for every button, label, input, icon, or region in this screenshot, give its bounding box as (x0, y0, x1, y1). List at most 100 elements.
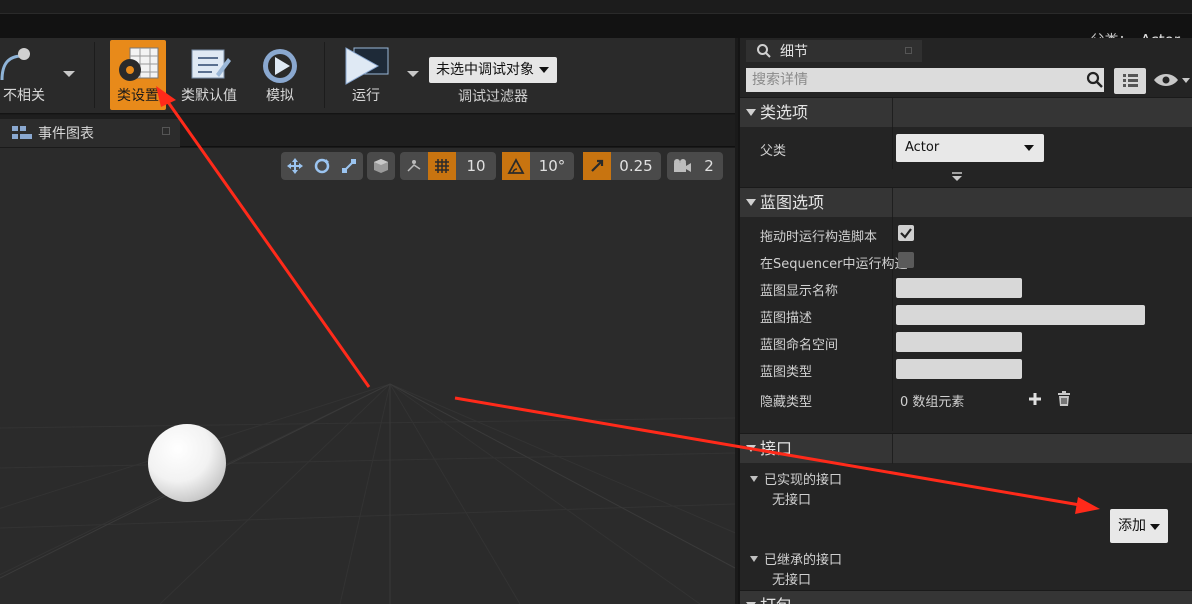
run-construction-in-sequencer-checkbox[interactable] (898, 252, 914, 268)
scale-icon[interactable] (335, 152, 363, 180)
add-interface-button[interactable]: 添加 (1110, 509, 1168, 543)
details-search-input[interactable]: 搜索详情 (746, 68, 1104, 92)
tab-details[interactable]: 细节 (746, 40, 922, 62)
world-local-toggle[interactable] (367, 152, 395, 180)
toolbar-separator (94, 42, 95, 108)
collapse-arrow-icon (750, 476, 758, 482)
namespace-label: 蓝图命名空间 (760, 338, 839, 353)
debug-branch-icon (0, 48, 30, 81)
cube-icon (367, 152, 395, 180)
rotation-snap-value[interactable]: 10° (530, 152, 574, 180)
rotation-snap-icon[interactable] (502, 152, 530, 180)
toolbar-separator (324, 42, 325, 108)
grid-snap-icon[interactable] (428, 152, 456, 180)
rotate-icon[interactable] (308, 152, 335, 180)
class-defaults-icon (191, 49, 231, 79)
grid-snap-tools: 10 (400, 152, 496, 180)
viewport[interactable]: 10 10° 0.25 2 (0, 148, 735, 604)
scale-snap-icon[interactable] (583, 152, 611, 180)
run-play-icon (345, 47, 389, 85)
viewport-grid (0, 383, 735, 604)
simulate-button[interactable]: 模拟 (252, 40, 308, 110)
add-element-icon[interactable] (1028, 392, 1042, 406)
collapse-arrow-icon (750, 556, 758, 562)
class-defaults-label: 类默认值 (181, 88, 237, 104)
run-construction-on-drag-checkbox[interactable] (898, 225, 914, 241)
column-separator (892, 217, 893, 431)
parent-class-bar: 父类：Actor (0, 14, 1192, 49)
tab-pin-icon (162, 127, 170, 135)
irrelevant-label: 不相关 (3, 88, 45, 104)
transform-tools (281, 152, 363, 180)
eye-visibility-icon[interactable] (1152, 71, 1192, 89)
collapse-arrow-icon (746, 445, 756, 452)
debug-filter-label: 调试过滤器 (458, 89, 528, 105)
category-blueprint-options-title: 蓝图选项 (760, 193, 825, 212)
display-name-label: 蓝图显示名称 (760, 284, 839, 299)
tab-event-graph-label: 事件图表 (38, 126, 94, 142)
scale-snap-value[interactable]: 0.25 (611, 152, 661, 180)
irrelevant-button[interactable]: 不相关 (0, 40, 48, 110)
parent-class-label: 父类 (760, 144, 787, 159)
category-interfaces[interactable]: 接口 (740, 433, 1192, 464)
class-settings-gear-icon (119, 47, 159, 81)
column-separator (892, 98, 893, 128)
run-label: 运行 (352, 88, 380, 104)
rotation-snap-tools: 10° (502, 152, 574, 180)
camera-icon (667, 152, 697, 180)
implemented-interfaces-label: 已实现的接口 (764, 473, 843, 488)
parent-class-combo[interactable]: Actor (896, 134, 1044, 162)
category-packaging-title: 打包 (760, 596, 792, 604)
blueprint-editor-window: 父类：Actor 不相关 类设置 (0, 0, 1192, 604)
class-defaults-button[interactable]: 类默认值 (174, 40, 244, 110)
blueprint-type-label: 蓝图类型 (760, 365, 813, 380)
category-class-options-title: 类选项 (760, 103, 809, 122)
tab-details-label: 细节 (780, 44, 808, 60)
debug-object-select[interactable]: 未选中调试对象 (429, 57, 557, 83)
category-class-options[interactable]: 类选项 (740, 97, 1192, 128)
rotation-snap-text: 10° (538, 157, 566, 175)
scale-snap-text: 0.25 (619, 157, 653, 175)
menu-strip (0, 0, 1192, 14)
details-panel: 细节 搜索详情 类选项 父类 Actor 蓝图选项 拖动时运行构造脚本 在Seq… (738, 38, 1192, 604)
display-name-field[interactable] (896, 278, 1022, 298)
translate-icon[interactable] (281, 152, 308, 180)
category-blueprint-options[interactable]: 蓝图选项 (740, 187, 1192, 218)
class-settings-button[interactable]: 类设置 (110, 40, 166, 110)
camera-speed-tools[interactable]: 2 (667, 152, 723, 180)
scale-snap-tools: 0.25 (583, 152, 661, 180)
hide-categories-label: 隐藏类型 (760, 395, 813, 410)
tab-event-graph[interactable]: 事件图表 (0, 119, 180, 147)
implemented-interfaces-empty: 无接口 (772, 493, 812, 508)
list-view-icon (1123, 74, 1138, 87)
run-construction-in-sequencer-label: 在Sequencer中运行构造 (760, 257, 908, 272)
inherited-interfaces-label: 已继承的接口 (764, 553, 843, 568)
grid-size-value[interactable]: 10 (456, 152, 496, 180)
run-construction-on-drag-label: 拖动时运行构造脚本 (760, 230, 878, 245)
run-dropdown-icon[interactable] (407, 71, 419, 77)
grid-size-text: 10 (466, 157, 486, 175)
irrelevant-dropdown-icon[interactable] (63, 71, 75, 77)
simulate-gear-play-icon (263, 49, 297, 83)
trash-icon[interactable] (1057, 391, 1071, 407)
run-button[interactable]: 运行 (336, 40, 396, 110)
expand-advanced-icon[interactable] (950, 172, 964, 182)
blueprint-type-field[interactable] (896, 359, 1022, 379)
camera-speed-value: 2 (697, 152, 721, 180)
graph-tab-bar: 事件图表 (0, 115, 735, 147)
class-settings-label: 类设置 (117, 88, 159, 104)
list-view-button[interactable] (1114, 68, 1146, 94)
category-packaging[interactable]: 打包 (740, 590, 1192, 604)
event-graph-icon (12, 126, 32, 139)
inherited-interfaces-header[interactable]: 已继承的接口 (750, 549, 842, 568)
collapse-arrow-icon (746, 109, 756, 116)
namespace-field[interactable] (896, 332, 1022, 352)
category-interfaces-title: 接口 (760, 439, 793, 458)
description-label: 蓝图描述 (760, 311, 813, 326)
description-field[interactable] (896, 305, 1145, 325)
surface-snap-icon[interactable] (400, 152, 428, 180)
search-icon[interactable] (1086, 71, 1104, 89)
preview-sphere[interactable] (148, 424, 226, 502)
implemented-interfaces-header[interactable]: 已实现的接口 (750, 469, 842, 488)
column-separator (892, 188, 893, 218)
